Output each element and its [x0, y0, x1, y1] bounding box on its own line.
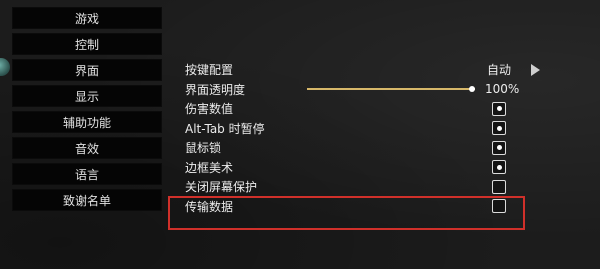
- nav-item-controls[interactable]: 控制: [12, 33, 162, 55]
- setting-row-keybind: 按键配置 自动: [185, 60, 545, 80]
- ui-opacity-value: 100%: [485, 82, 520, 97]
- screensaver-off-label: 关闭屏幕保护: [185, 180, 258, 195]
- nav-item-credits[interactable]: 致谢名单: [12, 189, 162, 211]
- ui-opacity-slider-handle[interactable]: [469, 86, 475, 93]
- mouse-lock-checkbox[interactable]: [492, 140, 506, 155]
- nav-item-game[interactable]: 游戏: [12, 7, 162, 29]
- keybind-value[interactable]: 自动: [487, 61, 511, 78]
- nav-item-interface[interactable]: 界面: [12, 59, 162, 81]
- setting-row-mouse-lock: 鼠标锁: [185, 138, 545, 158]
- keybind-label: 按键配置: [185, 63, 234, 78]
- nav-item-audio[interactable]: 音效: [12, 137, 162, 159]
- interface-settings-panel: 按键配置 自动 界面透明度 100% 伤害数值 Alt-Tab 时暂停 鼠标锁 …: [185, 60, 545, 216]
- arrow-right-icon[interactable]: [531, 63, 540, 76]
- highlight-box: [168, 196, 525, 230]
- border-art-label: 边框美术: [185, 160, 234, 175]
- settings-category-nav: 游戏 控制 界面 显示 辅助功能 音效 语言 致谢名单: [12, 7, 162, 215]
- alt-tab-pause-label: Alt-Tab 时暂停: [185, 121, 265, 136]
- border-art-checkbox[interactable]: [492, 160, 506, 175]
- nav-item-display[interactable]: 显示: [12, 85, 162, 107]
- damage-numbers-checkbox[interactable]: [492, 101, 506, 116]
- ornament-icon: [0, 58, 10, 76]
- ui-opacity-label: 界面透明度: [185, 82, 246, 97]
- setting-row-damage-numbers: 伤害数值: [185, 99, 545, 119]
- setting-row-border-art: 边框美术: [185, 158, 545, 178]
- ui-opacity-slider[interactable]: [307, 88, 475, 91]
- nav-item-accessibility[interactable]: 辅助功能: [12, 111, 162, 133]
- setting-row-screensaver-off: 关闭屏幕保护: [185, 177, 545, 197]
- setting-row-ui-opacity: 界面透明度 100%: [185, 80, 545, 100]
- mouse-lock-label: 鼠标锁: [185, 141, 222, 156]
- setting-row-alt-tab-pause: Alt-Tab 时暂停: [185, 119, 545, 139]
- damage-numbers-label: 伤害数值: [185, 102, 234, 117]
- alt-tab-pause-checkbox[interactable]: [492, 121, 506, 136]
- nav-item-language[interactable]: 语言: [12, 163, 162, 185]
- screensaver-off-checkbox[interactable]: [492, 179, 506, 194]
